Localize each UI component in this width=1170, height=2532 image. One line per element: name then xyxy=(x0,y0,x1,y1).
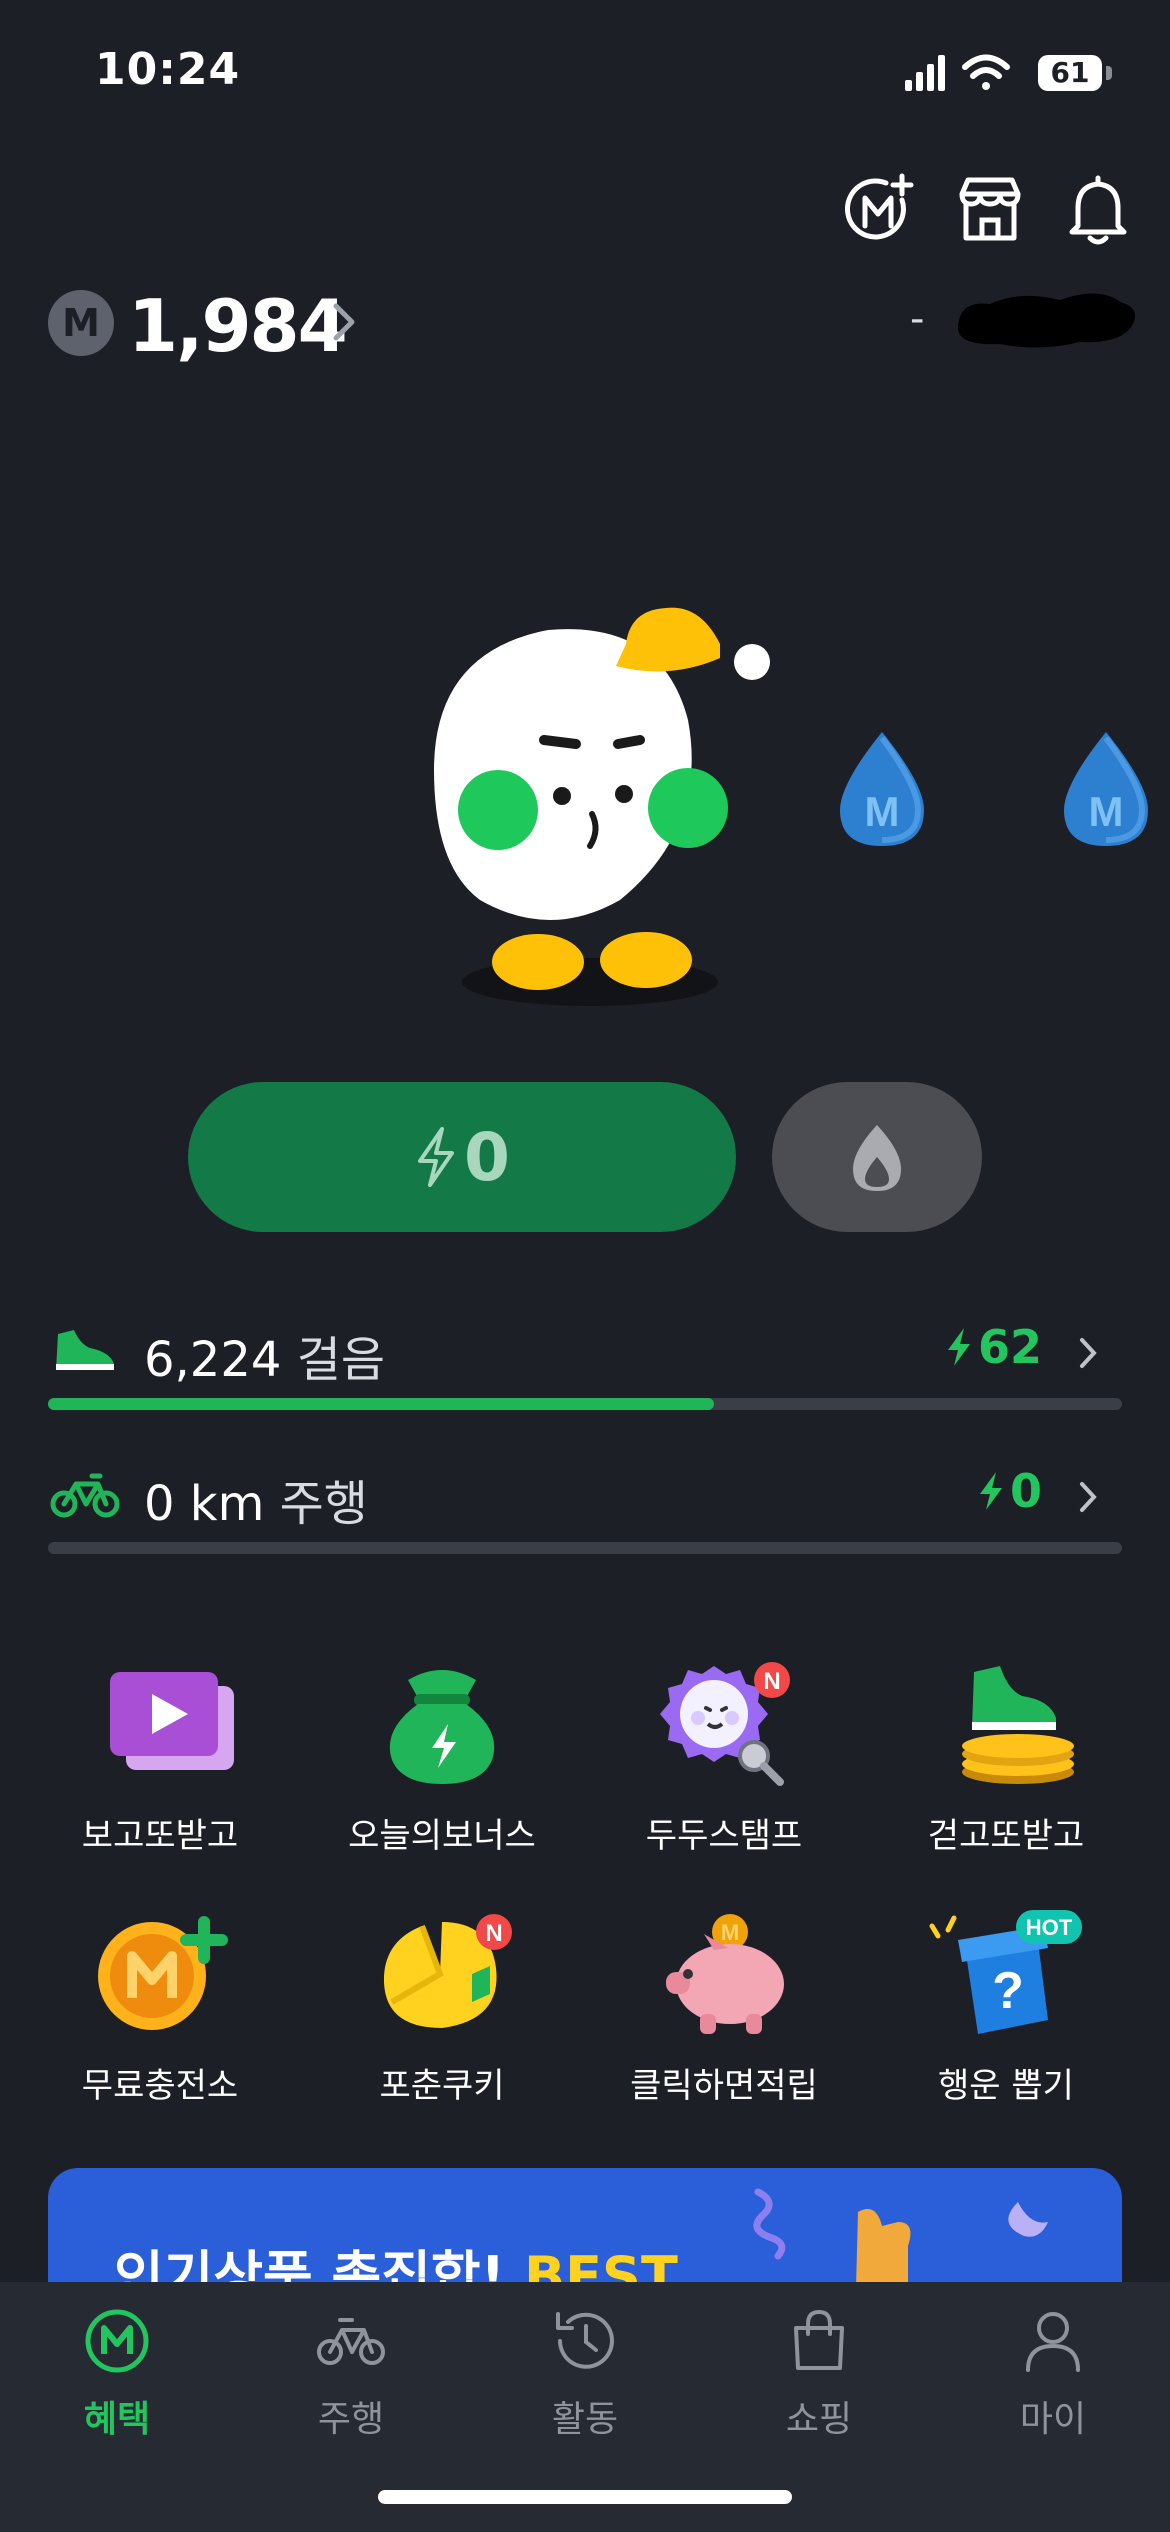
riding-label: 0 km 주행 xyxy=(144,1464,368,1534)
shortcut-label: 보고또받고 xyxy=(81,1816,239,1856)
energy-button[interactable]: 0 xyxy=(188,1082,736,1232)
shortcut-free-charging[interactable]: 무료충전소 xyxy=(40,1910,280,2120)
person-icon xyxy=(1026,2312,1080,2372)
shopping-bag-icon xyxy=(794,2309,844,2370)
nav-label: 활동 xyxy=(551,2399,619,2440)
drop-letter: M xyxy=(1089,788,1124,835)
svg-text:M: M xyxy=(721,1920,739,1945)
shortcut-label: 행운 뽑기 xyxy=(938,2066,1074,2106)
riding-progress-bar xyxy=(48,1542,1122,1554)
collectible-drop[interactable]: M xyxy=(1056,728,1156,852)
nav-tab-riding[interactable]: 주행 xyxy=(234,2306,468,2456)
nav-tab-activity[interactable]: 활동 xyxy=(468,2306,702,2456)
svg-text:?: ? xyxy=(992,1962,1024,2020)
nav-label: 주행 xyxy=(317,2399,385,2440)
money-pouch-icon xyxy=(389,1670,495,1784)
chevron-right-icon[interactable] xyxy=(1078,1480,1100,1514)
nav-tab-shopping[interactable]: 쇼핑 xyxy=(702,2306,936,2456)
boost-button[interactable] xyxy=(772,1082,982,1232)
nav-tab-my[interactable]: 마이 xyxy=(936,2306,1170,2456)
shortcut-watch-and-earn[interactable]: 보고또받고 xyxy=(40,1660,280,1870)
fortune-cookie-icon: N xyxy=(383,1914,512,2028)
collectible-drop[interactable]: M xyxy=(832,728,932,852)
battery-nub xyxy=(1106,66,1112,80)
bicycle-icon xyxy=(50,1473,120,1518)
bicycle-icon xyxy=(317,2318,385,2365)
benefit-icon xyxy=(85,2309,149,2373)
status-time: 10:24 xyxy=(95,44,241,95)
riding-unit: 주행 xyxy=(279,1476,368,1532)
points-coin-icon: M xyxy=(48,290,114,356)
steps-row[interactable]: 6,224 걸음 62 xyxy=(48,1306,1122,1416)
home-indicator[interactable] xyxy=(378,2490,792,2504)
steps-reward: 62 xyxy=(944,1320,1042,1374)
history-icon xyxy=(556,2312,614,2369)
steps-unit: 걸음 xyxy=(296,1332,386,1388)
steps-value: 6,224 xyxy=(144,1332,282,1388)
banner-decoration xyxy=(753,2188,1048,2288)
lightning-icon xyxy=(979,1472,1002,1510)
nav-label: 쇼핑 xyxy=(785,2399,853,2440)
user-name-prefix: - xyxy=(910,296,925,342)
shortcut-daily-bonus[interactable]: 오늘의보너스 xyxy=(322,1660,562,1870)
shortcut-label: 포춘쿠키 xyxy=(379,2066,505,2106)
shortcut-fortune-cookie[interactable]: N 포춘쿠키 xyxy=(322,1910,562,2120)
membership-add-icon[interactable] xyxy=(840,170,920,250)
redacted-user-name xyxy=(957,293,1136,348)
store-icon[interactable] xyxy=(950,170,1030,250)
riding-reward: 0 xyxy=(976,1464,1042,1518)
nav-label: 마이 xyxy=(1019,2399,1087,2440)
shortcut-lucky-draw[interactable]: ? HOT 행운 뽑기 xyxy=(886,1910,1126,2120)
lightning-icon xyxy=(947,1328,970,1366)
new-badge: N xyxy=(485,1920,502,1947)
lucky-box-icon: ? HOT xyxy=(929,1910,1082,2034)
shoe-coins-icon xyxy=(962,1666,1074,1784)
cellular-signal-icon xyxy=(905,55,945,91)
chevron-right-icon[interactable] xyxy=(1078,1336,1100,1370)
new-badge: N xyxy=(763,1668,780,1695)
riding-value: 0 km xyxy=(144,1476,265,1532)
nav-label: 혜택 xyxy=(83,2399,151,2440)
battery-indicator: 61 xyxy=(1038,55,1102,91)
stamp-icon: N xyxy=(660,1662,790,1786)
drop-letter: M xyxy=(865,788,900,835)
shortcut-dudu-stamp[interactable]: N 두두스탬프 xyxy=(604,1660,844,1870)
shoe-icon xyxy=(56,1330,114,1370)
steps-progress-bar xyxy=(48,1398,1122,1410)
wifi-icon xyxy=(962,54,1010,90)
coin-plus-icon xyxy=(98,1916,228,2030)
banner-title: 인기상품 총집합! BEST xyxy=(114,2232,678,2288)
lightning-icon xyxy=(418,1127,455,1187)
shortcut-walk-and-earn[interactable]: 걷고또받고 xyxy=(886,1660,1126,1870)
shortcut-label: 걷고또받고 xyxy=(927,1816,1085,1856)
steps-reward-value: 62 xyxy=(977,1320,1042,1374)
steps-label: 6,224 걸음 xyxy=(144,1320,385,1390)
shortcut-label: 오늘의보너스 xyxy=(348,1816,536,1856)
steps-progress-fill xyxy=(48,1398,714,1410)
hot-badge: HOT xyxy=(1026,1915,1073,1940)
nav-tab-benefits[interactable]: 혜택 xyxy=(0,2306,234,2456)
energy-value: 0 xyxy=(464,1118,510,1196)
promo-banner[interactable]: 인기상품 총집합! BEST xyxy=(48,2168,1122,2288)
shortcut-click-to-earn[interactable]: M 클릭하면적립 xyxy=(604,1910,844,2120)
bell-icon[interactable] xyxy=(1058,170,1138,250)
riding-reward-value: 0 xyxy=(1009,1464,1042,1518)
points-balance[interactable]: 1,984 xyxy=(128,284,348,368)
riding-row[interactable]: 0 km 주행 0 xyxy=(48,1450,1122,1560)
flame-icon xyxy=(853,1125,901,1191)
shortcut-label: 무료충전소 xyxy=(81,2066,239,2106)
piggy-bank-icon: M xyxy=(666,1914,784,2034)
chevron-right-icon[interactable] xyxy=(330,300,360,344)
video-play-icon xyxy=(110,1672,234,1770)
shortcut-label: 클릭하면적립 xyxy=(630,2066,818,2106)
character-mascot[interactable] xyxy=(430,600,790,1020)
shortcut-label: 두두스탬프 xyxy=(645,1816,803,1856)
